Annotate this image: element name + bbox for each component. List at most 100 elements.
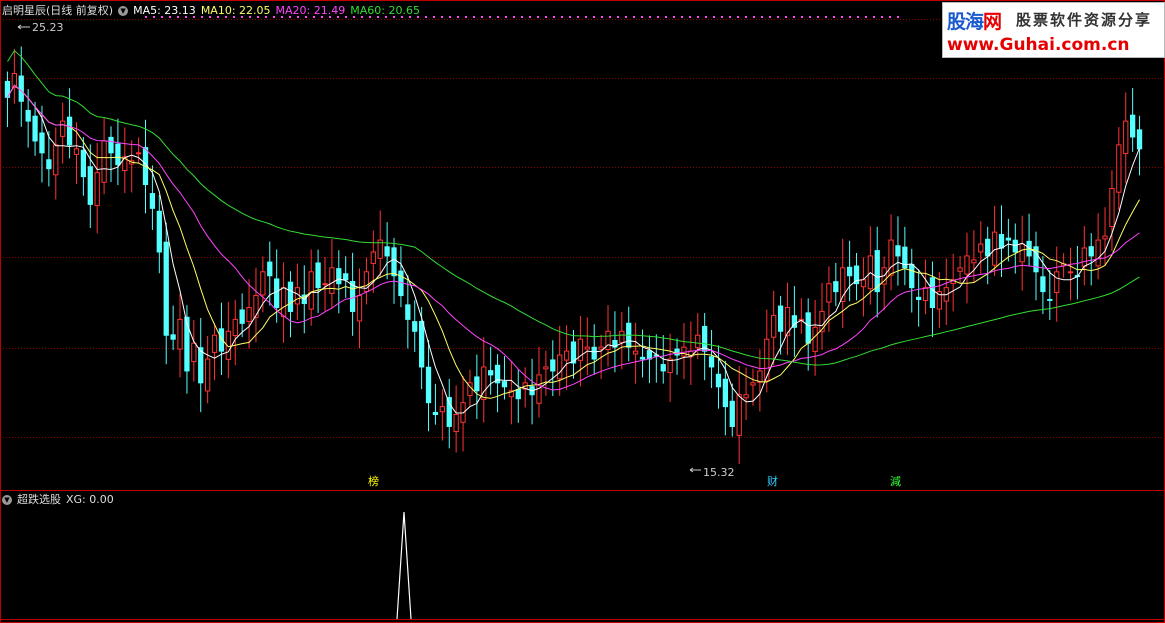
candle-down <box>895 245 901 257</box>
signal-dot <box>193 16 195 18</box>
candle-up <box>308 271 314 310</box>
candle-down <box>1088 246 1094 257</box>
signal-dot <box>753 16 755 18</box>
candle-down <box>660 364 666 372</box>
signal-dot <box>889 16 891 18</box>
signal-dot <box>161 16 163 18</box>
signal-dot <box>465 16 467 18</box>
signal-dot <box>865 16 867 18</box>
candle-up <box>812 326 818 352</box>
event-marker-bang[interactable]: 榜 <box>368 476 379 488</box>
signal-dot <box>265 16 267 18</box>
candle-up <box>1081 247 1087 267</box>
signal-dot <box>593 16 595 18</box>
signal-dot <box>817 16 819 18</box>
signal-dot <box>769 16 771 18</box>
candle-down <box>384 246 390 257</box>
candle-up <box>253 295 259 318</box>
candle-up <box>1067 271 1074 274</box>
event-marker-cai[interactable]: 财 <box>767 476 778 488</box>
signal-dot <box>257 16 259 18</box>
candle-down <box>909 263 915 289</box>
signal-dot <box>561 16 563 18</box>
signal-dot <box>833 16 835 18</box>
candle-down <box>18 75 24 102</box>
signal-dot <box>417 16 419 18</box>
candle-down <box>1047 298 1053 301</box>
candle-down <box>391 247 397 277</box>
signal-dot <box>449 16 451 18</box>
candle-down <box>336 268 342 285</box>
candle-up <box>246 306 252 322</box>
candle-down <box>1130 114 1136 138</box>
candle-down <box>198 347 204 384</box>
candle-up <box>971 259 977 264</box>
candle-down <box>343 273 349 281</box>
indicator-panel <box>396 511 412 620</box>
candle-up <box>922 287 929 301</box>
candle-down <box>985 238 991 257</box>
candle-down <box>432 411 439 416</box>
event-marker-jian[interactable]: 減 <box>890 476 901 488</box>
candle-down <box>929 277 936 308</box>
candle-down <box>488 370 494 376</box>
candle-up <box>60 120 66 137</box>
candle-up <box>1095 239 1101 267</box>
signal-dot <box>849 16 851 18</box>
candle-down <box>274 278 280 308</box>
brand-url: www.Guhai.com.cn <box>947 35 1130 55</box>
brand-name: 股海网 <box>947 11 1002 33</box>
signal-dot <box>609 16 611 18</box>
signal-dot <box>505 16 507 18</box>
signal-dot <box>281 16 283 18</box>
candle-down <box>80 149 87 178</box>
candle-down <box>25 109 31 122</box>
candle-down <box>550 359 556 372</box>
candle-down <box>846 266 853 277</box>
candle-up <box>439 406 445 413</box>
candle-up <box>280 287 287 317</box>
candle-up <box>329 267 335 294</box>
high-arrow <box>17 24 30 30</box>
signal-dot <box>329 16 331 18</box>
candlesticks <box>4 46 1143 465</box>
candle-down <box>501 381 508 388</box>
signal-dot <box>761 16 763 18</box>
signal-dot <box>321 16 323 18</box>
candle-down <box>398 270 404 297</box>
signal-dot <box>337 16 339 18</box>
signal-dot <box>489 16 491 18</box>
candle-up <box>322 283 328 286</box>
signal-dot <box>305 16 307 18</box>
candle-up <box>826 283 832 303</box>
signal-dot <box>825 16 827 18</box>
low-price-label: 15.32 <box>703 466 735 479</box>
signal-dot <box>601 16 603 18</box>
candle-down <box>39 132 45 154</box>
candle-down <box>156 210 162 253</box>
signal-dot <box>289 16 291 18</box>
candle-down <box>591 346 597 360</box>
candle-down <box>108 136 114 154</box>
signal-dot <box>673 16 675 18</box>
candle-down <box>163 241 169 336</box>
candle-down <box>916 296 922 301</box>
signal-dot <box>217 16 219 18</box>
signal-dot <box>801 16 803 18</box>
candle-up <box>232 318 238 337</box>
candle-down <box>833 281 839 293</box>
signal-dot <box>233 16 235 18</box>
candle-up <box>1054 271 1060 294</box>
signal-dot <box>841 16 843 18</box>
signal-dot <box>857 16 859 18</box>
candle-up <box>860 279 867 288</box>
signal-dot <box>457 16 459 18</box>
signal-dot <box>697 16 699 18</box>
candle-down <box>805 312 811 344</box>
kline-chart[interactable]: 25.23 15.32 <box>0 0 1165 623</box>
signal-dot <box>657 16 659 18</box>
candle-down <box>149 193 156 209</box>
candle-down <box>674 348 680 356</box>
candle-down <box>729 400 735 427</box>
candle-up <box>557 354 563 380</box>
